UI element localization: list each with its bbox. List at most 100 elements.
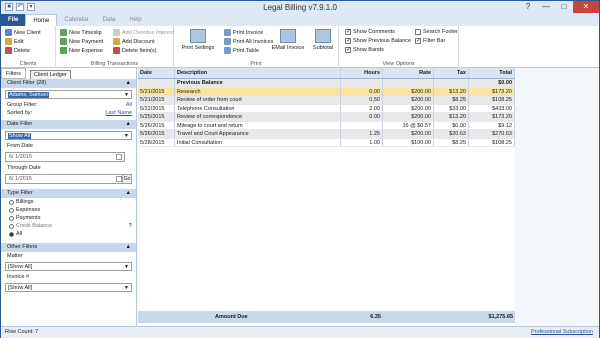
cell-hours: 0.00 bbox=[341, 113, 383, 121]
add-discount-button[interactable]: Add Discount bbox=[113, 38, 155, 45]
cell-hours: 1.00 bbox=[341, 138, 383, 146]
payment-icon bbox=[60, 38, 67, 45]
filter-bar-checkbox[interactable]: ✓ Filter Bar bbox=[415, 38, 445, 44]
delete-client-button[interactable]: Delete bbox=[5, 47, 30, 54]
show-previous-balance-checkbox[interactable]: ✓ Show Previous Balance bbox=[345, 38, 411, 44]
close-button[interactable]: ✕ bbox=[573, 1, 599, 13]
column-header-date[interactable]: Date bbox=[138, 68, 175, 78]
table-row[interactable]: 5/21/2015 Review of order from court 0.50 $… bbox=[138, 96, 515, 105]
app-window: ■ ↶ ▾ Legal Billing v7.9.1.0 ? — □ ✕ Fil… bbox=[0, 0, 600, 338]
type-filter-header[interactable]: Type Filter ▲ bbox=[1, 189, 136, 198]
cell-hours: 0.50 bbox=[341, 96, 383, 104]
tab-data[interactable]: Data bbox=[96, 14, 123, 26]
chevron-down-icon: ▼ bbox=[124, 264, 129, 270]
window-controls: ? — □ ✕ bbox=[519, 1, 599, 13]
cell-description: Travel and Court Appearance bbox=[175, 130, 341, 138]
print-invoice-button[interactable]: Print Invoice bbox=[224, 29, 263, 36]
table-row[interactable]: 5/21/2015 Research 0.00 $200.00 $13.20 $173.2… bbox=[138, 87, 515, 96]
date-filter-select[interactable]: Show All ▼ bbox=[5, 131, 132, 140]
invoice-select[interactable]: [Show All] ▼ bbox=[5, 283, 132, 292]
delete-items-button[interactable]: Delete Item(s) bbox=[113, 47, 157, 54]
cell-tax bbox=[434, 79, 469, 87]
table-row[interactable]: 5/26/2015 Travel and Court Appearance 1.25… bbox=[138, 130, 515, 139]
cell-rate: $200.00 bbox=[383, 130, 434, 138]
title-bar: ■ ↶ ▾ Legal Billing v7.9.1.0 ? — □ ✕ bbox=[1, 1, 599, 14]
cell-date: 5/28/2015 bbox=[138, 138, 175, 146]
info-icon[interactable]: ? bbox=[129, 222, 132, 230]
edit-client-button[interactable]: Edit bbox=[5, 38, 23, 45]
table-row[interactable]: 5/26/2015 Mileage to court and return 16 @… bbox=[138, 121, 515, 130]
column-header-description[interactable]: Description bbox=[175, 68, 341, 78]
group-label-view: View Options bbox=[382, 61, 415, 67]
column-header-hours[interactable]: Hours bbox=[341, 68, 383, 78]
cell-tax: $13.20 bbox=[434, 87, 469, 96]
cell-date: 5/25/2015 bbox=[138, 113, 175, 121]
new-client-button[interactable]: New Client bbox=[5, 29, 41, 36]
cell-tax: $33.00 bbox=[434, 104, 469, 112]
show-comments-checkbox[interactable]: ✓ Show Comments bbox=[345, 29, 395, 35]
print-settings-button[interactable]: Print Settings bbox=[178, 29, 218, 51]
tab-home[interactable]: Home bbox=[25, 14, 58, 26]
subtotal-button[interactable]: Subtotal bbox=[308, 29, 338, 51]
right-pane bbox=[515, 68, 599, 326]
radio-icon bbox=[9, 199, 14, 205]
search-footer-checkbox[interactable]: Search Footer bbox=[415, 29, 458, 35]
email-icon bbox=[280, 29, 296, 43]
go-button[interactable]: Go bbox=[122, 174, 132, 184]
new-expense-button[interactable]: New Expense bbox=[60, 47, 103, 54]
client-select[interactable]: Adams, Samuel ▼ bbox=[5, 90, 132, 99]
table-row[interactable]: 5/25/2015 Review of correspondence 0.00 $20… bbox=[138, 113, 515, 122]
tab-filters[interactable]: Filters bbox=[1, 68, 26, 79]
table-row[interactable]: Previous Balance $0.00 bbox=[138, 79, 515, 88]
group-filter-link[interactable]: All bbox=[126, 101, 132, 109]
edit-icon bbox=[5, 38, 12, 45]
help-icon[interactable]: ? bbox=[519, 1, 537, 13]
cell-date: 5/26/2015 bbox=[138, 130, 175, 138]
column-header-rate[interactable]: Rate bbox=[383, 68, 434, 78]
amount-due-label: Amount Due bbox=[215, 314, 248, 320]
radio-payments[interactable]: Payments bbox=[1, 214, 136, 222]
client-filter-header[interactable]: Client Filter (28) ▲ bbox=[1, 79, 136, 88]
print-all-invoices-button[interactable]: Print All Invoices bbox=[224, 38, 273, 45]
tab-help[interactable]: Help bbox=[122, 14, 148, 26]
matter-select[interactable]: [Show All] ▼ bbox=[5, 262, 132, 271]
status-bar: Row Count: 7 Professional Subscription bbox=[1, 326, 599, 338]
new-timeslip-button[interactable]: New Timeslip bbox=[60, 29, 102, 36]
show-bands-checkbox[interactable]: ✓ Show Bands bbox=[345, 47, 384, 53]
cell-rate bbox=[383, 79, 434, 87]
table-row[interactable]: 5/22/2015 Telephone Consultation 2.00 $200.… bbox=[138, 104, 515, 113]
sorted-by-link[interactable]: Last Name bbox=[105, 109, 132, 117]
radio-credit-balance[interactable]: Credit Balance? bbox=[1, 222, 136, 230]
through-date-row: 6/ 1/2015 Go bbox=[1, 174, 136, 184]
group-view-options: ✓ Show Comments ✓ Show Previous Balance ✓ S… bbox=[339, 26, 459, 68]
radio-expenses[interactable]: Expenses bbox=[1, 206, 136, 214]
email-invoice-button[interactable]: EMail Invoice bbox=[270, 29, 306, 51]
add-overdue-interest-button[interactable]: Add Overdue Interest bbox=[113, 29, 174, 36]
minimize-button[interactable]: — bbox=[537, 1, 555, 13]
tab-calendar[interactable]: Calendar bbox=[57, 14, 95, 26]
column-header-total[interactable]: Total bbox=[469, 68, 515, 78]
tab-file[interactable]: File bbox=[1, 14, 26, 26]
from-date-field[interactable]: 6/ 1/2015 bbox=[5, 152, 125, 162]
cell-description: Previous Balance bbox=[175, 79, 341, 87]
print-all-icon bbox=[224, 38, 231, 45]
interest-icon bbox=[113, 29, 120, 36]
ribbon: New Client Edit Delete Clients New Times… bbox=[1, 26, 599, 68]
through-date-field[interactable]: 6/ 1/2015 bbox=[5, 174, 125, 184]
expense-icon bbox=[60, 47, 67, 54]
radio-billings[interactable]: Billings bbox=[1, 198, 136, 206]
other-filters-header[interactable]: Other Filters ▲ bbox=[1, 243, 136, 252]
cell-hours bbox=[341, 121, 383, 129]
radio-all[interactable]: All bbox=[1, 230, 136, 238]
cell-description: Initial Consultation bbox=[175, 138, 341, 146]
column-header-tax[interactable]: Tax bbox=[434, 68, 469, 78]
invoice-label: Invoice # bbox=[7, 274, 30, 280]
maximize-button[interactable]: □ bbox=[555, 1, 573, 13]
subscription-link[interactable]: Professional Subscription bbox=[531, 327, 593, 338]
table-row[interactable]: 5/28/2015 Initial Consultation 1.00 $100.00… bbox=[138, 138, 515, 147]
date-filter-header[interactable]: Date Filter ▲ bbox=[1, 120, 136, 129]
new-payment-button[interactable]: New Payment bbox=[60, 38, 103, 45]
print-table-button[interactable]: Print Table bbox=[224, 47, 259, 54]
delete-icon bbox=[5, 47, 12, 54]
calendar-icon[interactable] bbox=[116, 154, 122, 160]
